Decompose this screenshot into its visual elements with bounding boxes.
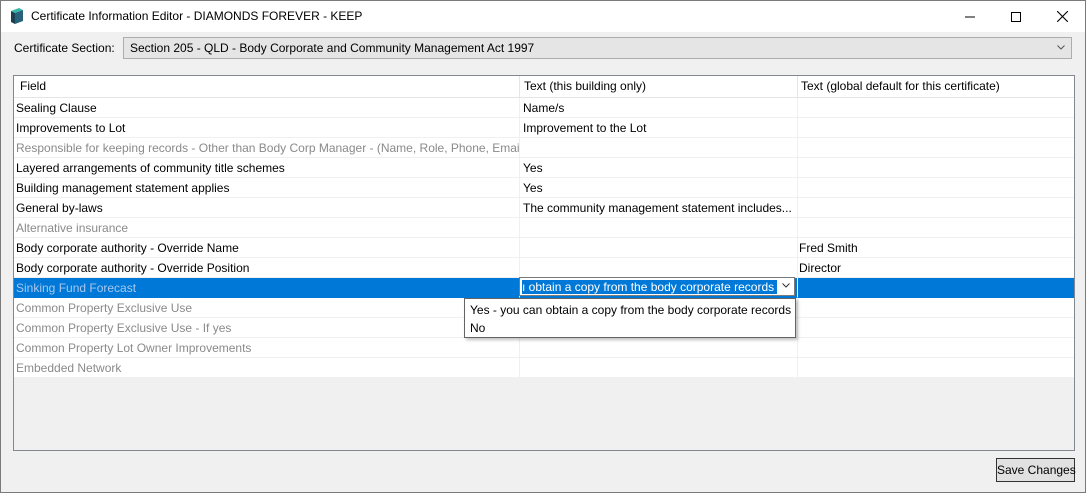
field-cell: Sealing Clause [14, 98, 520, 118]
building-text-cell[interactable]: Name/s [519, 98, 800, 118]
dropdown-option-yes[interactable]: Yes - you can obtain a copy from the bod… [470, 301, 791, 319]
close-icon [1056, 11, 1068, 22]
field-cell: Common Property Exclusive Use [14, 298, 520, 318]
certificate-section-value: Section 205 - QLD - Body Corporate and C… [130, 41, 535, 55]
window-title: Certificate Information Editor - DIAMOND… [31, 9, 363, 23]
column-header-field[interactable]: Field [20, 76, 46, 97]
building-text-cell[interactable]: The community management statement inclu… [519, 198, 800, 218]
table-row[interactable]: Body corporate authority - Override Posi… [14, 258, 1074, 278]
field-cell: Body corporate authority - Override Posi… [14, 258, 520, 278]
combo-dropdown-list[interactable]: Yes - you can obtain a copy from the bod… [464, 298, 796, 338]
title-bar: Certificate Information Editor - DIAMOND… [1, 1, 1085, 32]
field-cell: Layered arrangements of community title … [14, 158, 520, 178]
app-logo-icon [11, 8, 23, 24]
field-cell: Improvements to Lot [14, 118, 520, 138]
global-text-cell[interactable]: Fred Smith [797, 238, 1074, 258]
building-text-cell[interactable] [519, 358, 800, 378]
table-row[interactable]: Building management statement applies Ye… [14, 178, 1074, 198]
column-header-building-text[interactable]: Text (this building only) [524, 76, 646, 97]
table-row[interactable]: Layered arrangements of community title … [14, 158, 1074, 178]
maximize-button[interactable] [993, 1, 1039, 32]
building-text-cell[interactable] [519, 238, 800, 258]
global-text-cell[interactable] [797, 358, 1074, 378]
table-row[interactable]: General by-laws The community management… [14, 198, 1074, 218]
building-text-cell[interactable]: Yes [519, 158, 800, 178]
sinking-fund-combo-editor[interactable]: ı obtain a copy from the body corporate … [519, 277, 795, 296]
field-cell: Embedded Network [14, 358, 520, 378]
global-text-cell[interactable] [797, 198, 1074, 218]
global-text-cell[interactable] [797, 158, 1074, 178]
global-text-cell[interactable] [797, 138, 1074, 158]
window: Certificate Information Editor - DIAMOND… [0, 0, 1086, 493]
field-cell: Body corporate authority - Override Name [14, 238, 520, 258]
global-text-cell[interactable] [797, 178, 1074, 198]
building-text-cell[interactable] [519, 138, 800, 158]
chevron-down-icon [1057, 45, 1065, 50]
field-cell: Common Property Exclusive Use - If yes [14, 318, 520, 338]
table-row[interactable]: Sealing Clause Name/s [14, 98, 1074, 118]
table-row[interactable]: Embedded Network [14, 358, 1074, 378]
building-text-cell[interactable] [519, 258, 800, 278]
building-text-cell[interactable]: Improvement to the Lot [519, 118, 800, 138]
field-cell: Common Property Lot Owner Improvements [14, 338, 520, 358]
close-button[interactable] [1039, 1, 1085, 32]
chevron-down-icon[interactable] [782, 283, 790, 288]
global-text-cell[interactable] [797, 98, 1074, 118]
building-text-cell[interactable] [519, 338, 800, 358]
global-text-cell[interactable] [797, 118, 1074, 138]
field-cell: Alternative insurance [14, 218, 520, 238]
certificate-section-select[interactable]: Section 205 - QLD - Body Corporate and C… [123, 37, 1072, 59]
global-text-cell[interactable] [797, 318, 1074, 338]
table-row[interactable]: Alternative insurance [14, 218, 1074, 238]
certificate-fields-grid[interactable]: Field Text (this building only) Text (gl… [13, 75, 1075, 451]
global-text-cell[interactable]: Director [797, 258, 1074, 278]
global-text-cell[interactable] [797, 298, 1074, 318]
table-row[interactable]: Common Property Lot Owner Improvements [14, 338, 1074, 358]
field-cell: Responsible for keeping records - Other … [14, 138, 520, 158]
combo-editor-value[interactable]: ı obtain a copy from the body corporate … [522, 280, 778, 294]
minimize-button[interactable] [947, 1, 993, 32]
global-text-cell[interactable] [797, 338, 1074, 358]
table-row[interactable]: Improvements to Lot Improvement to the L… [14, 118, 1074, 138]
building-text-cell[interactable]: Yes [519, 178, 800, 198]
column-header-global-text[interactable]: Text (global default for this certificat… [801, 76, 1000, 97]
save-changes-button[interactable]: Save Changes [996, 458, 1076, 482]
table-row[interactable]: Body corporate authority - Override Name… [14, 238, 1074, 258]
grid-header: Field Text (this building only) Text (gl… [14, 76, 1074, 98]
dropdown-option-no[interactable]: No [470, 319, 485, 337]
certificate-section-label: Certificate Section: [14, 41, 115, 55]
minimize-icon [965, 16, 975, 17]
global-text-cell[interactable] [797, 218, 1074, 238]
maximize-icon [1011, 11, 1021, 22]
field-cell: General by-laws [14, 198, 520, 218]
field-cell: Building management statement applies [14, 178, 520, 198]
field-cell: Sinking Fund Forecast [14, 278, 520, 298]
building-text-cell[interactable] [519, 218, 800, 238]
global-text-cell[interactable] [797, 278, 1074, 298]
table-row[interactable]: Responsible for keeping records - Other … [14, 138, 1074, 158]
